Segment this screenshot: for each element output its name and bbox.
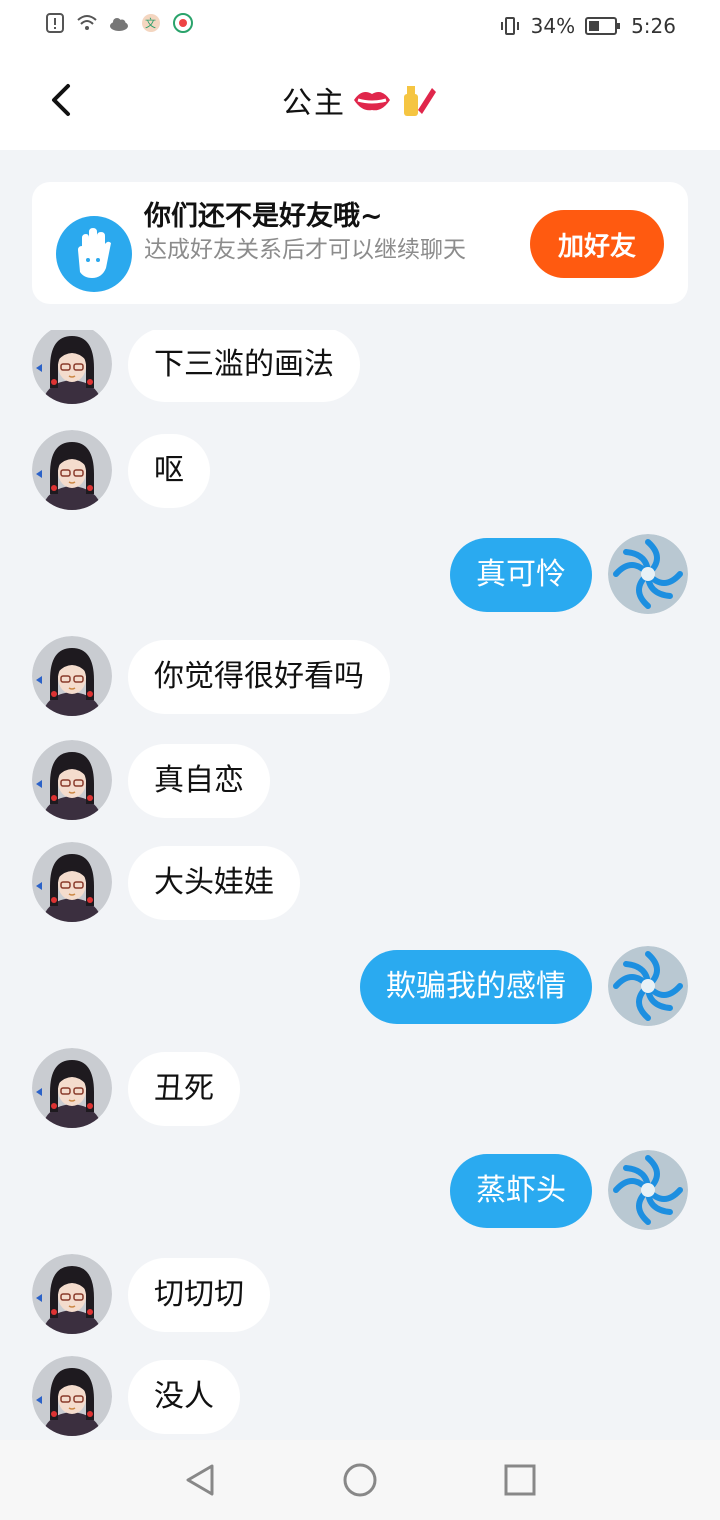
sent-message-bubble[interactable]: 真可怜 [450, 538, 592, 612]
received-message-bubble[interactable]: 丑死 [128, 1052, 240, 1126]
contact-avatar[interactable] [32, 1356, 112, 1436]
message-row: 大头娃娃 [0, 842, 720, 926]
my-avatar[interactable] [608, 534, 688, 614]
friend-notice-title: 你们还不是好友哦~ [144, 201, 383, 232]
received-message-bubble[interactable]: 真自恋 [128, 744, 270, 818]
header-title-group: 公主 [0, 78, 720, 122]
received-message-bubble[interactable]: 呕 [128, 434, 210, 508]
received-message-bubble[interactable]: 下三滥的画法 [128, 330, 360, 402]
message-row: 呕 [0, 430, 720, 514]
message-row: 真可怜 [0, 534, 720, 618]
system-navigation-bar [0, 1440, 720, 1520]
my-avatar[interactable] [608, 1150, 688, 1230]
triangle-back-icon[interactable] [180, 1460, 220, 1500]
status-bar: 文 34% 5:26 [0, 0, 720, 52]
message-row: 你觉得很好看吗 [0, 636, 720, 720]
page-title: 公主 [282, 86, 346, 121]
contact-avatar[interactable] [32, 1254, 112, 1334]
battery-icon [585, 17, 621, 35]
friend-notice-subtitle: 达成好友关系后才可以继续聊天 [144, 237, 466, 263]
contact-avatar[interactable] [32, 330, 112, 404]
message-row: 没人 [0, 1356, 720, 1438]
message-row: 欺骗我的感情 [0, 946, 720, 1030]
sent-message-bubble[interactable]: 蒸虾头 [450, 1154, 592, 1228]
svg-text:文: 文 [145, 16, 156, 30]
app-notification-icon-2 [173, 13, 193, 33]
add-friend-button[interactable]: 加好友 [530, 210, 664, 278]
battery-percent: 34% [530, 14, 576, 38]
contact-avatar[interactable] [32, 636, 112, 716]
message-list[interactable]: 下三滥的画法 呕 真可怜 你觉得很好看吗 真自恋 大头娃娃 欺骗我的感情 丑死 … [0, 330, 720, 1438]
notification-alert-icon [46, 13, 64, 33]
received-message-bubble[interactable]: 没人 [128, 1360, 240, 1434]
received-message-bubble[interactable]: 切切切 [128, 1258, 270, 1332]
received-message-bubble[interactable]: 大头娃娃 [128, 846, 300, 920]
friend-request-card: 你们还不是好友哦~ 达成好友关系后才可以继续聊天 加好友 [32, 182, 688, 304]
message-row: 切切切 [0, 1254, 720, 1338]
nail-polish-emoji-icon [404, 86, 436, 116]
contact-avatar[interactable] [32, 430, 112, 510]
sent-message-bubble[interactable]: 欺骗我的感情 [360, 950, 592, 1024]
received-message-bubble[interactable]: 你觉得很好看吗 [128, 640, 390, 714]
contact-avatar[interactable] [32, 1048, 112, 1128]
message-row: 蒸虾头 [0, 1150, 720, 1234]
message-row: 真自恋 [0, 740, 720, 824]
clock: 5:26 [631, 14, 676, 38]
vibrate-icon [500, 17, 519, 35]
app-notification-icon: 文 [142, 14, 160, 32]
my-avatar[interactable] [608, 946, 688, 1026]
status-icons-left: 文 [44, 12, 194, 34]
square-recent-icon[interactable] [500, 1460, 540, 1500]
circle-home-icon[interactable] [340, 1460, 380, 1500]
lips-emoji-icon [354, 92, 390, 111]
message-row: 下三滥的画法 [0, 330, 720, 408]
contact-avatar[interactable] [32, 740, 112, 820]
chat-header: 公主 [0, 52, 720, 150]
contact-avatar[interactable] [32, 842, 112, 922]
cloud-icon [110, 18, 128, 31]
waving-hand-icon [56, 216, 132, 292]
wifi-icon [77, 15, 97, 30]
status-icons-right: 34% 5:26 [499, 14, 676, 38]
message-row: 丑死 [0, 1048, 720, 1132]
